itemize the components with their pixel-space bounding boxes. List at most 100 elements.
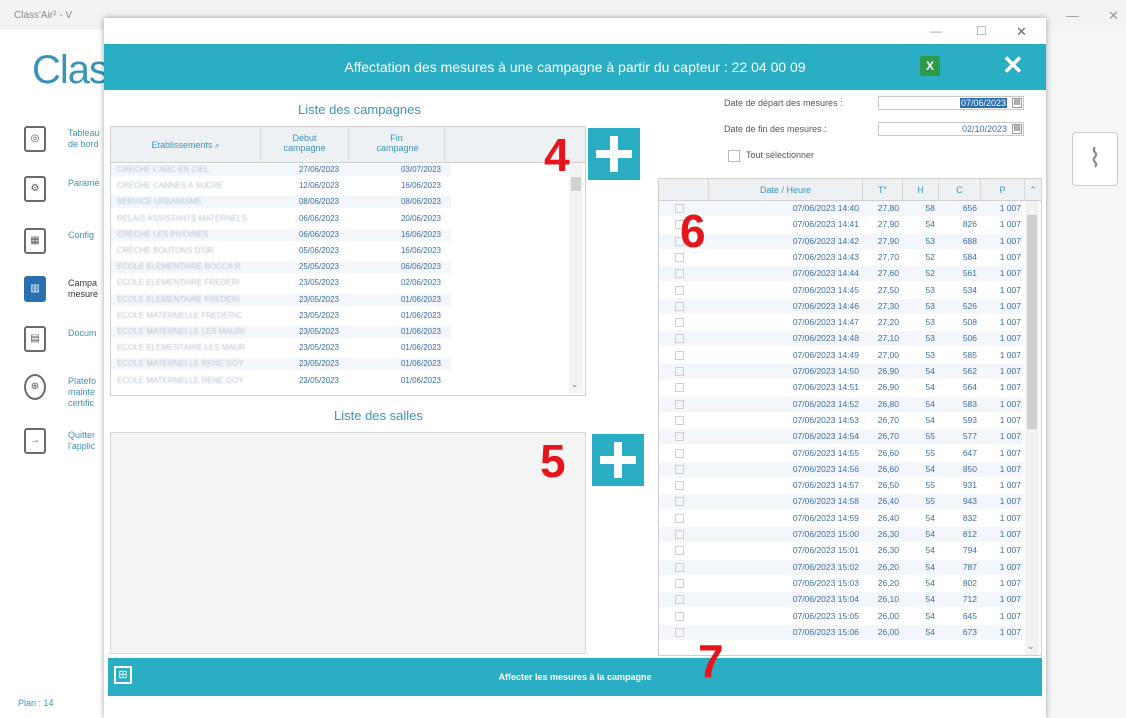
sidebar-item-platform[interactable]: ⊕ Platefo mainte certific [20,374,110,414]
table-row[interactable]: SERVICE URBANISME 08/06/2023 08/06/2023 [111,196,451,209]
table-row[interactable]: 07/06/2023 15:01 26,30 54 794 1 007 [659,543,1023,559]
column-header-co2[interactable]: C [939,179,981,201]
close-icon[interactable]: ✕ [1108,8,1119,24]
table-row[interactable]: 07/06/2023 14:43 27,70 52 584 1 007 [659,249,1023,265]
dialog-minimize-icon[interactable]: — [930,24,942,38]
row-checkbox[interactable] [675,383,684,393]
table-row[interactable]: 07/06/2023 14:41 27,90 54 826 1 007 [659,217,1023,233]
table-row[interactable]: 07/06/2023 15:04 26,10 54 712 1 007 [659,592,1023,608]
row-checkbox[interactable] [675,562,684,572]
table-row[interactable]: 07/06/2023 15:03 26,20 54 802 1 007 [659,575,1023,591]
dialog-maximize-icon[interactable]: ☐ [976,24,987,38]
sidebar-item-quit[interactable]: → Quitter l'applic [20,428,110,468]
row-checkbox[interactable] [675,432,684,442]
assign-measures-button[interactable]: Affecter les mesures à la campagne [108,658,1042,696]
table-row[interactable]: CRECHE L'ARC EN CIEL 27/06/2023 03/07/2023 [111,164,451,176]
row-checkbox[interactable] [675,595,684,605]
table-row[interactable]: ECOLE MATERNELLE RENE GOY 23/05/2023 01/06… [111,374,451,387]
measures-scroll-thumb[interactable] [1027,215,1037,429]
row-checkbox[interactable] [675,285,684,295]
start-date-field[interactable]: 07/06/2023 [878,96,1024,110]
table-row[interactable]: ECOLE MATERNELLE FREDERIC 23/05/2023 01/06… [111,309,451,322]
table-row[interactable]: 07/06/2023 15:02 26,20 54 787 1 007 [659,559,1023,575]
row-checkbox[interactable] [675,334,684,344]
row-checkbox[interactable] [675,513,684,523]
table-row[interactable]: ECOLE ELEMENTAIRE BOCCA R 25/05/2023 06/06… [111,261,451,274]
sidebar-item-campaigns[interactable]: ▥ Campa mesure [20,276,110,316]
row-checkbox[interactable] [675,481,684,491]
row-checkbox[interactable] [675,415,684,425]
row-checkbox[interactable] [675,399,684,409]
column-header-pressure[interactable]: P [981,179,1025,201]
dialog-close-icon[interactable]: ✕ [1016,24,1027,40]
table-row[interactable]: ECOLE MATERNELLE LES MAURI 23/05/2023 01/0… [111,326,451,338]
rooms-list[interactable] [110,432,586,654]
row-checkbox[interactable] [675,464,684,474]
table-row[interactable]: 07/06/2023 14:54 26,70 55 577 1 007 [659,429,1023,445]
table-row[interactable]: 07/06/2023 14:44 27,60 52 561 1 007 [659,266,1023,282]
table-row[interactable]: 07/06/2023 15:00 26,30 54 812 1 007 [659,527,1023,542]
measures-table[interactable]: Date / Heure T° H C P ⌃ 07/06/2023 14:40… [658,178,1042,656]
row-checkbox[interactable] [675,269,684,279]
table-row[interactable]: 07/06/2023 15:05 26,00 54 645 1 007 [659,608,1023,624]
assign-icon[interactable]: ⊞ [114,666,132,684]
add-room-button[interactable] [592,434,644,486]
row-checkbox[interactable] [675,350,684,360]
attachment-icon[interactable]: ⌇ [1072,132,1118,186]
sidebar-item-documents[interactable]: ▤ Docum [20,326,110,366]
column-header-humidity[interactable]: H [903,179,939,201]
table-row[interactable]: CRECHE CANNES A SUCRE 12/06/2023 16/06/202… [111,180,451,193]
table-row[interactable]: 07/06/2023 14:59 26,40 54 832 1 007 [659,510,1023,526]
column-header-end[interactable]: Fin campagne [349,127,445,163]
row-checkbox[interactable] [675,301,684,311]
campaigns-scrollbar[interactable] [569,163,583,393]
table-row[interactable]: 07/06/2023 14:53 26,70 54 593 1 007 [659,412,1023,428]
excel-export-icon[interactable]: X [920,56,940,76]
table-row[interactable]: CRECHE LES PIVOINES 06/06/2023 16/06/2023 [111,228,451,241]
table-row[interactable]: ECOLE ELEMENTAIRE FREDERI 23/05/2023 01/06… [111,293,451,306]
table-row[interactable]: 07/06/2023 14:55 26,60 55 647 1 007 [659,445,1023,461]
chevron-down-icon[interactable]: ⌄ [1027,641,1035,652]
chevron-down-icon[interactable]: ⌄ [571,379,579,390]
table-row[interactable]: 07/06/2023 14:56 26,60 54 850 1 007 [659,461,1023,477]
table-row[interactable]: ECOLE ELEMENTAIRE FREDERI 23/05/2023 02/06… [111,277,451,290]
row-checkbox[interactable] [675,546,684,556]
table-row[interactable]: 07/06/2023 14:51 26,90 54 564 1 007 [659,380,1023,396]
close-button[interactable]: ✕ [1002,50,1024,81]
row-checkbox[interactable] [675,627,684,637]
row-checkbox[interactable] [675,318,684,328]
calendar-icon[interactable]: ▤ [1012,98,1022,108]
row-checkbox[interactable] [675,578,684,588]
table-row[interactable]: 07/06/2023 14:58 26,40 55 943 1 007 [659,494,1023,510]
table-row[interactable]: 07/06/2023 14:50 26,90 54 562 1 007 [659,364,1023,379]
add-campaign-button[interactable] [588,128,640,180]
table-row[interactable]: RELAIS ASSISTANTS MATERNELS 06/06/2023 20/… [111,212,451,225]
filter-icon[interactable]: ⌕ [215,141,219,150]
row-checkbox[interactable] [675,448,684,458]
sidebar-item-config[interactable]: ▦ Config [20,228,110,268]
scroll-up-icon[interactable]: ⌃ [1025,179,1041,201]
table-row[interactable]: 07/06/2023 14:46 27,30 53 526 1 007 [659,298,1023,314]
calendar-icon[interactable]: ▤ [1012,124,1022,134]
campaigns-scroll-thumb[interactable] [571,177,581,191]
column-header-datetime[interactable]: Date / Heure [709,179,863,201]
table-row[interactable]: 07/06/2023 14:52 26,80 54 583 1 007 [659,396,1023,412]
table-row[interactable]: 07/06/2023 14:49 27,00 53 585 1 007 [659,347,1023,363]
table-row[interactable]: ECOLE MATERNELLE RENE GOY 23/05/2023 01/06… [111,358,451,371]
sidebar-item-settings[interactable]: ⚙ Paramè [20,176,110,216]
sidebar-item-dashboard[interactable]: ◎ Tableau de bord [20,126,110,166]
column-header-establishments[interactable]: Etablissements ⌕ [111,127,261,163]
table-row[interactable]: CRECHE BOUTONS D'OR 05/06/2023 16/06/2023 [111,245,451,257]
row-checkbox[interactable] [675,497,684,507]
row-checkbox[interactable] [675,367,684,376]
minimize-icon[interactable]: — [1066,8,1079,23]
table-row[interactable]: 07/06/2023 14:42 27,90 53 688 1 007 [659,233,1023,249]
table-row[interactable]: 07/06/2023 14:47 27,20 53 508 1 007 [659,315,1023,331]
table-row[interactable]: 07/06/2023 14:45 27,50 53 534 1 007 [659,282,1023,298]
table-row[interactable]: 07/06/2023 14:48 27,10 53 506 1 007 [659,331,1023,347]
table-row[interactable]: ECOLE ELEMENTAIRE LES MAUR 23/05/2023 01/0… [111,342,451,355]
end-date-field[interactable]: 02/10/2023 [878,122,1024,136]
column-header-start[interactable]: Début campagne [261,127,349,163]
select-all-checkbox[interactable] [728,150,740,162]
table-row[interactable]: 07/06/2023 14:40 27,80 58 656 1 007 [659,201,1023,216]
